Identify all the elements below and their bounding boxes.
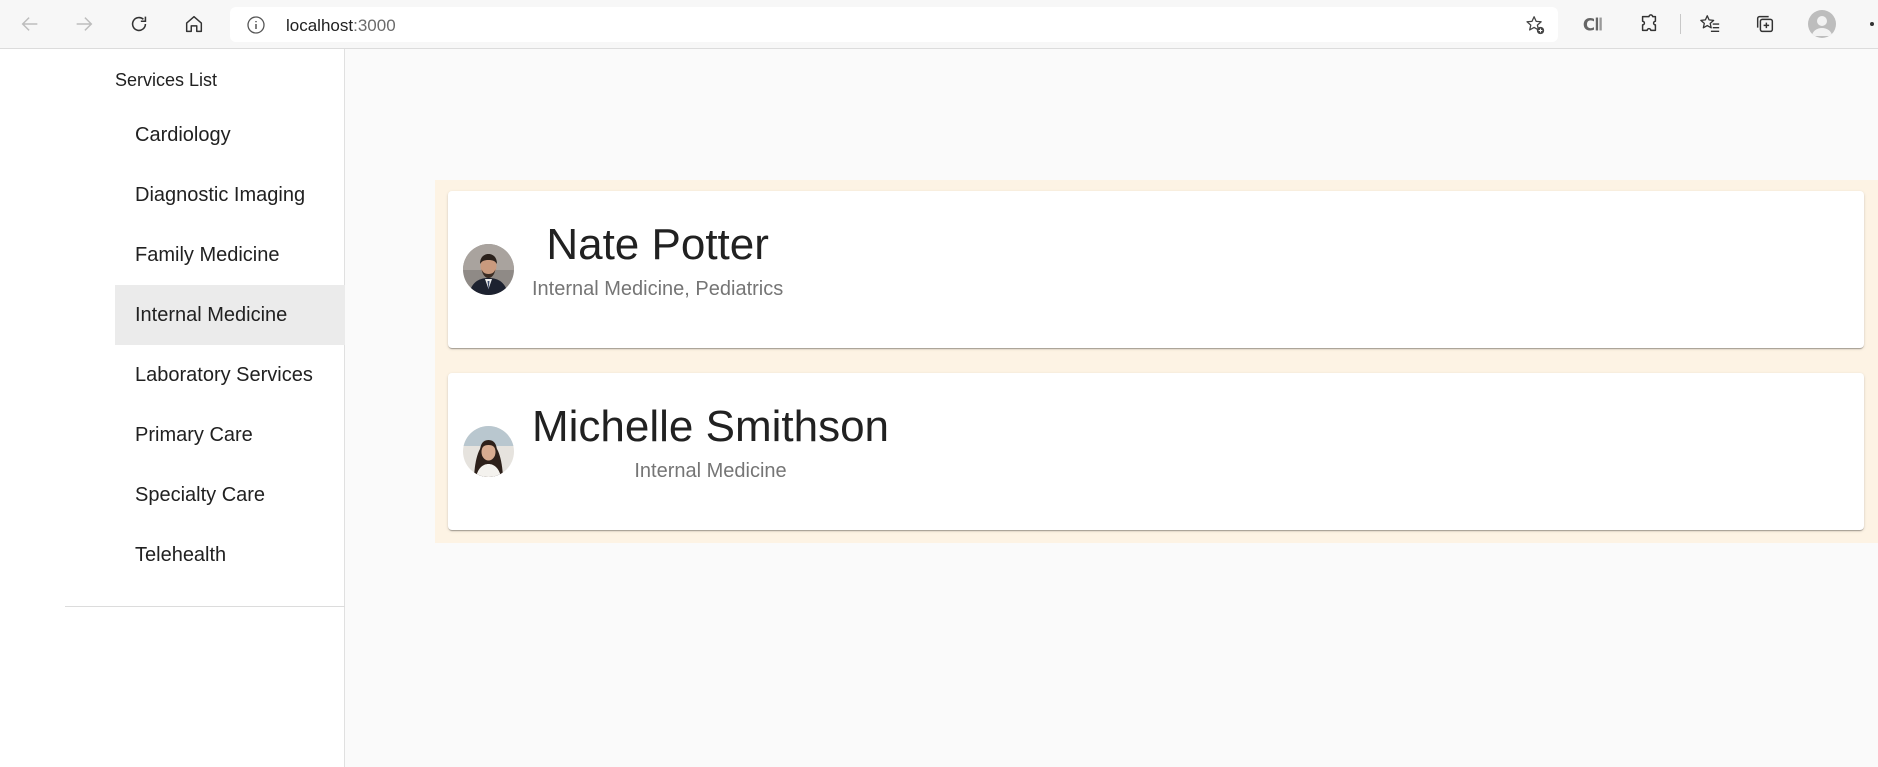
home-icon (185, 15, 203, 33)
service-item-diagnostic-imaging[interactable]: Diagnostic Imaging (115, 165, 345, 225)
arrow-right-icon (76, 17, 93, 31)
doctor-avatar (463, 426, 514, 477)
back-button[interactable] (13, 8, 47, 40)
puzzle-icon[interactable] (1636, 11, 1662, 37)
star-add-icon[interactable] (1524, 14, 1546, 36)
home-button[interactable] (177, 8, 211, 40)
main-content: Nate Potter Internal Medicine, Pediatric… (346, 49, 1878, 767)
doctor-specialties: Internal Medicine (634, 460, 787, 482)
doctor-info: Nate Potter Internal Medicine, Pediatric… (532, 219, 783, 303)
doctor-specialties: Internal Medicine, Pediatrics (532, 278, 784, 300)
arrow-left-icon (21, 17, 38, 31)
doctor-card[interactable]: Michelle Smithson Internal Medicine (448, 373, 1864, 530)
toolbar-separator (1680, 14, 1681, 34)
sidebar-divider (65, 606, 345, 607)
doctor-avatar (463, 244, 514, 295)
url-text[interactable]: localhost:3000 (286, 16, 396, 36)
service-item-cardiology[interactable]: Cardiology (115, 105, 345, 165)
doctor-name[interactable]: Nate Potter (546, 219, 769, 271)
service-item-specialty-care[interactable]: Specialty Care (115, 465, 345, 525)
doctor-info: Michelle Smithson Internal Medicine (532, 401, 889, 485)
favorites-icon[interactable] (1697, 11, 1723, 37)
svg-text:C: C (1583, 15, 1595, 34)
service-list: Cardiology Diagnostic Imaging Family Med… (115, 105, 345, 585)
doctor-card[interactable]: Nate Potter Internal Medicine, Pediatric… (448, 191, 1864, 348)
refresh-icon (131, 16, 147, 32)
service-item-laboratory-services[interactable]: Laboratory Services (115, 345, 345, 405)
service-item-telehealth[interactable]: Telehealth (115, 525, 345, 585)
doctor-list-panel: Nate Potter Internal Medicine, Pediatric… (435, 180, 1878, 543)
url-host: localhost (286, 16, 354, 35)
service-item-internal-medicine[interactable]: Internal Medicine (115, 285, 345, 345)
sidebar-title: Services List (115, 70, 218, 90)
collections-icon[interactable] (1752, 11, 1778, 37)
more-menu-icon[interactable] (1870, 22, 1874, 26)
url-port: :3000 (353, 16, 396, 35)
info-icon[interactable] (246, 15, 266, 35)
refresh-button[interactable] (122, 8, 156, 40)
doctor-name[interactable]: Michelle Smithson (532, 401, 889, 453)
address-bar[interactable]: localhost:3000 (230, 7, 1558, 42)
service-item-family-medicine[interactable]: Family Medicine (115, 225, 345, 285)
browser-toolbar: localhost:3000 C (0, 0, 1878, 49)
profile-icon[interactable] (1808, 10, 1836, 38)
services-sidebar: Services List Cardiology Diagnostic Imag… (0, 49, 345, 767)
forward-button[interactable] (67, 8, 101, 40)
service-item-primary-care[interactable]: Primary Care (115, 405, 345, 465)
reading-view-icon[interactable]: C (1580, 11, 1606, 37)
